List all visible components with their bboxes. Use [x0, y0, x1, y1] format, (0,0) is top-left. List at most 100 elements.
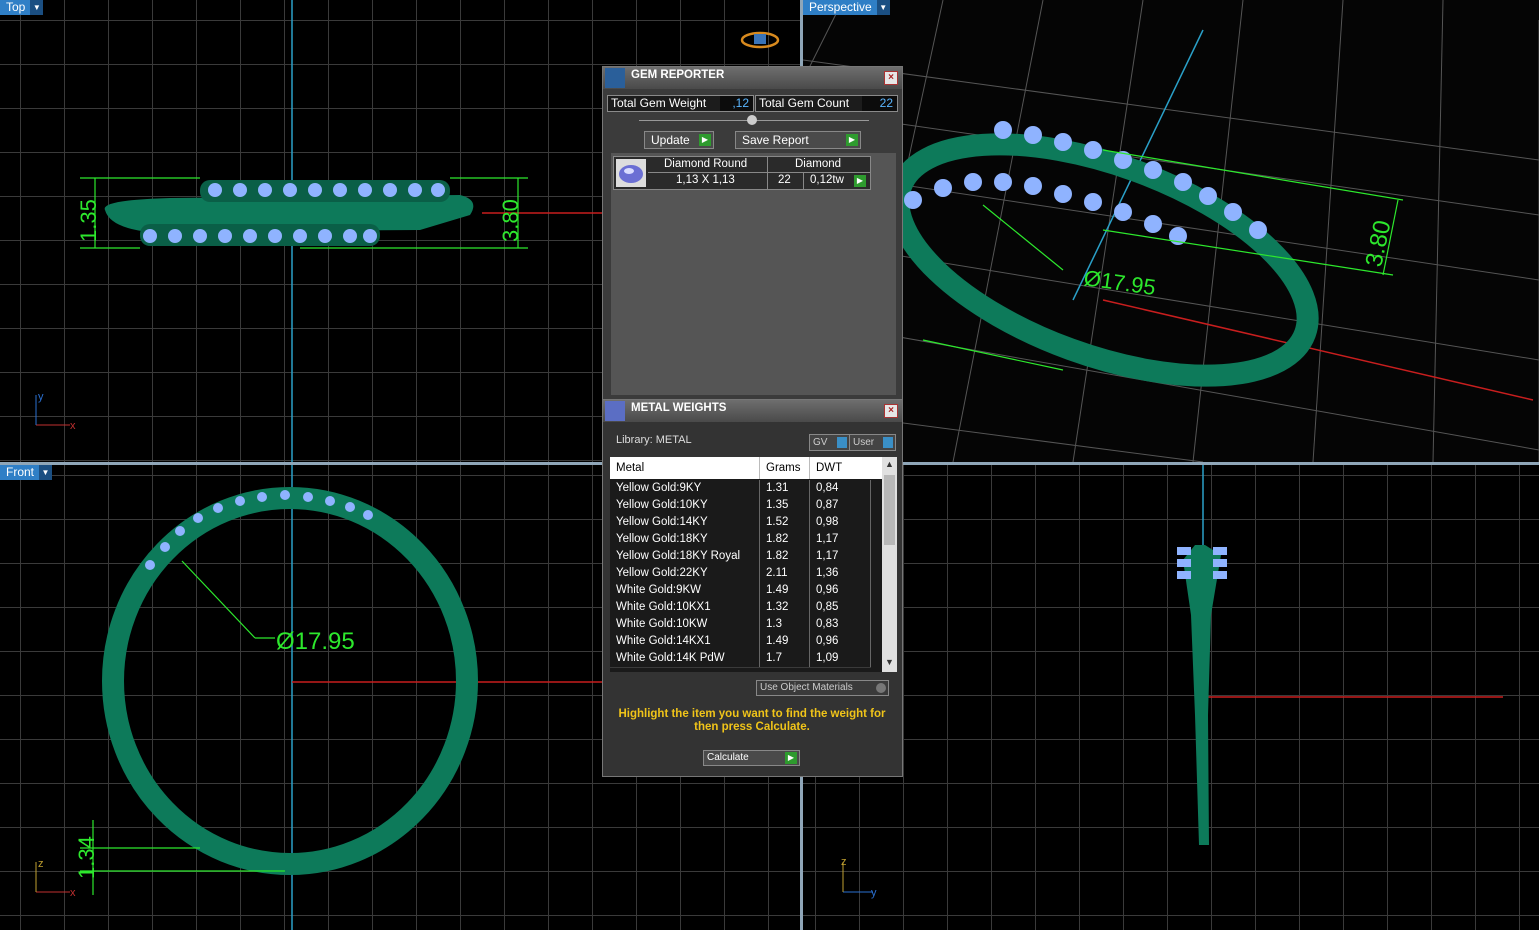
metal-grams: 1.7 [766, 652, 782, 664]
ring-front [102, 487, 478, 875]
dropdown-icon: ▼ [876, 0, 890, 15]
metal-name: White Gold:9KW [616, 584, 701, 596]
radio-icon [876, 683, 886, 693]
dim-persp-width: 3.80 [1360, 218, 1396, 269]
metal-weights-icon [605, 401, 625, 421]
metal-weights-panel: METAL WEIGHTS × Library: METAL GV User M… [602, 399, 903, 777]
gem-row[interactable]: Diamond Round 1,13 X 1,13 Diamond 22 0,1… [613, 156, 871, 190]
metal-table-body: Yellow Gold:9KY 1.31 0,84 Yellow Gold:10KY 1… [610, 480, 882, 672]
metal-name: White Gold:10KW [616, 618, 708, 630]
ring-side [1183, 545, 1221, 845]
metal-weights-titlebar[interactable]: METAL WEIGHTS × [603, 400, 902, 422]
axis-y-label: y [871, 887, 877, 899]
metal-grams: 1.3 [766, 618, 782, 630]
metal-grams: 1.52 [766, 516, 789, 528]
dim-persp-diameter: Ø17.95 [1082, 265, 1157, 300]
axis-y-label: y [38, 391, 44, 403]
metal-row[interactable]: Yellow Gold:22KY 2.11 1,36 [610, 565, 871, 583]
metal-grams: 1.31 [766, 482, 789, 494]
play-icon: ▶ [699, 134, 711, 146]
dropdown-icon: ▼ [30, 0, 44, 15]
metal-grams: 1.49 [766, 584, 789, 596]
metal-table-header: Metal Grams DWT [610, 457, 882, 479]
use-object-materials-checkbox[interactable]: Use Object Materials [756, 680, 889, 696]
col-grams[interactable]: Grams [766, 457, 801, 479]
gem-weight: 0,12tw [810, 174, 844, 186]
metal-row[interactable]: Yellow Gold:18KY Royal 1.82 1,17 [610, 548, 871, 566]
scrollbar[interactable]: ▲ ▼ [882, 457, 897, 672]
user-toggle[interactable]: User [849, 434, 896, 451]
dim-front-diameter: Ø17.95 [276, 628, 355, 655]
metal-dwt: 1,09 [816, 652, 839, 664]
metal-name: White Gold:14K PdW [616, 652, 725, 664]
app-logo-icon [740, 31, 780, 49]
metal-row[interactable]: Yellow Gold:9KY 1.31 0,84 [610, 480, 871, 498]
diamond-icon [616, 159, 646, 187]
play-icon: ▶ [785, 752, 797, 764]
play-icon: ▶ [846, 134, 858, 146]
library-label: Library: METAL [616, 434, 692, 446]
axis-x-label: x [70, 420, 76, 432]
viewport-label-top[interactable]: Top ▼ [0, 0, 44, 15]
gem-material: Diamond [795, 158, 842, 170]
metal-dwt: 0,87 [816, 499, 839, 511]
metal-row[interactable]: White Gold:10KX1 1.32 0,85 [610, 599, 871, 617]
dim-top-height: 1.35 [76, 199, 101, 242]
metal-grams: 1.49 [766, 635, 789, 647]
scroll-down-icon[interactable]: ▼ [885, 657, 894, 667]
axis-z-label: z [38, 858, 44, 870]
metal-name: Yellow Gold:14KY [616, 516, 708, 528]
update-button[interactable]: Update ▶ [644, 131, 714, 149]
metal-row[interactable]: Yellow Gold:10KY 1.35 0,87 [610, 497, 871, 515]
close-icon[interactable]: × [884, 71, 898, 85]
gem-reporter-icon [605, 68, 625, 88]
metal-name: White Gold:14KX1 [616, 635, 711, 647]
calculate-button[interactable]: Calculate ▶ [703, 750, 800, 766]
calculate-hint: Highlight the item you want to find the … [618, 708, 886, 733]
viewport-label-perspective[interactable]: Perspective ▼ [803, 0, 890, 15]
metal-dwt: 0,96 [816, 584, 839, 596]
metal-table: Metal Grams DWT Yellow Gold:9KY 1.31 0,84 Y… [610, 457, 897, 672]
col-metal[interactable]: Metal [616, 457, 644, 479]
metal-dwt: 0,96 [816, 635, 839, 647]
metal-dwt: 0,83 [816, 618, 839, 630]
metal-dwt: 1,17 [816, 550, 839, 562]
col-dwt[interactable]: DWT [816, 457, 842, 479]
metal-name: Yellow Gold:10KY [616, 499, 708, 511]
metal-row[interactable]: White Gold:14KX1 1.49 0,96 [610, 633, 871, 651]
dropdown-icon: ▼ [39, 465, 53, 480]
axis-x-label: x [70, 887, 76, 899]
scroll-up-icon[interactable]: ▲ [885, 459, 894, 469]
metal-grams: 2.11 [766, 567, 788, 579]
gem-reporter-titlebar[interactable]: GEM REPORTER × [603, 67, 902, 89]
metal-row[interactable]: White Gold:9KW 1.49 0,96 [610, 582, 871, 600]
perspective-scene: Ø17.95 3.80 [803, 0, 1539, 462]
close-icon[interactable]: × [884, 404, 898, 418]
collapse-handle-icon[interactable] [747, 115, 757, 125]
play-icon[interactable]: ▶ [854, 175, 866, 187]
metal-weights-title: METAL WEIGHTS [631, 402, 727, 414]
metal-row[interactable]: White Gold:14K PdW 1.7 1,09 [610, 650, 871, 668]
toggle-icon [837, 437, 847, 448]
total-gem-weight-value: ,12 [720, 96, 753, 111]
right-view-scene: y z [841, 465, 1503, 899]
metal-name: Yellow Gold:18KY [616, 533, 708, 545]
scrollbar-thumb[interactable] [884, 475, 895, 545]
toggle-icon [883, 437, 893, 448]
metal-row[interactable]: Yellow Gold:18KY 1.82 1,17 [610, 531, 871, 549]
metal-grams: 1.35 [766, 499, 789, 511]
metal-row[interactable]: Yellow Gold:14KY 1.52 0,98 [610, 514, 871, 532]
viewport-label-front[interactable]: Front ▼ [0, 465, 53, 480]
save-report-button[interactable]: Save Report ▶ [735, 131, 861, 149]
metal-name: Yellow Gold:18KY Royal [616, 550, 741, 562]
metal-grams: 1.82 [766, 550, 789, 562]
metal-row[interactable]: White Gold:10KW 1.3 0,83 [610, 616, 871, 634]
gem-shape: Diamond Round [664, 158, 748, 170]
metal-grams: 1.32 [766, 601, 789, 613]
perspective-viewport[interactable]: Ø17.95 3.80 Perspective ▼ [803, 0, 1539, 462]
dim-top-width: 3.80 [498, 199, 523, 242]
right-viewport[interactable]: y z [803, 465, 1539, 930]
ring-perspective [887, 133, 1319, 387]
gv-toggle[interactable]: GV [809, 434, 850, 451]
axis-z-label: z [841, 856, 847, 868]
